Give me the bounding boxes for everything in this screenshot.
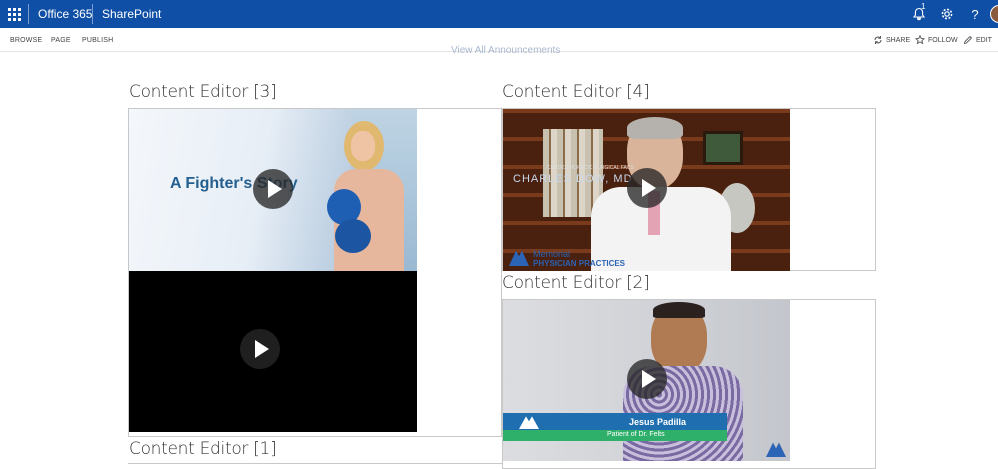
- video-black[interactable]: [129, 271, 417, 432]
- edit-button[interactable]: EDIT: [963, 34, 992, 46]
- view-all-announcements-link[interactable]: View All Announcements: [451, 45, 560, 56]
- webpart-ce1-border: [128, 463, 502, 464]
- doctor-subtitle: CARDIOTHORACIC SURGICAL FACS: [547, 165, 634, 171]
- boxing-glove-right: [335, 219, 371, 253]
- logo-line2: PHYSICIAN PRACTICES: [533, 259, 626, 268]
- tab-page[interactable]: PAGE: [51, 37, 71, 44]
- tab-browse[interactable]: BROWSE: [10, 37, 42, 44]
- share-label: SHARE: [886, 36, 911, 44]
- play-button[interactable]: [253, 169, 293, 209]
- star-icon: [915, 35, 925, 45]
- site-name[interactable]: SharePoint: [102, 7, 161, 21]
- gear-icon[interactable]: [936, 4, 958, 24]
- pencil-icon: [963, 35, 973, 45]
- video-fighters-story[interactable]: A Fighter's Story: [129, 109, 417, 271]
- patient-name: Jesus Padilla: [629, 417, 687, 427]
- help-icon[interactable]: ?: [964, 4, 986, 24]
- webpart-title-ce2: Content Editor [2]: [502, 273, 650, 293]
- picture-frame: [703, 131, 743, 165]
- share-icon: [874, 36, 882, 44]
- divider: [28, 4, 29, 24]
- doctor-hair: [627, 117, 683, 139]
- corner-logo-icon: [766, 442, 786, 457]
- webpart-title-ce3: Content Editor [3]: [129, 82, 277, 102]
- edit-label: EDIT: [976, 36, 992, 44]
- patient-subtitle: Patient of Dr. Felts: [607, 431, 665, 438]
- play-button[interactable]: [627, 359, 667, 399]
- video-doctor[interactable]: CARDIOTHORACIC SURGICAL FACS CHARLES DOW…: [503, 109, 790, 271]
- follow-label: FOLLOW: [928, 36, 958, 44]
- bell-icon[interactable]: [908, 4, 930, 24]
- notification-badge: 1: [921, 2, 926, 11]
- share-button[interactable]: SHARE: [873, 34, 910, 46]
- divider: [92, 4, 93, 24]
- video-patient[interactable]: Jesus Padilla Patient of Dr. Felts: [503, 300, 790, 461]
- suite-bar: Office 365 SharePoint 1 ?: [0, 0, 998, 28]
- follow-button[interactable]: FOLLOW: [915, 34, 958, 46]
- play-button[interactable]: [627, 168, 667, 208]
- webpart-title-ce4: Content Editor [4]: [502, 82, 650, 102]
- app-launcher-icon[interactable]: [0, 0, 28, 28]
- tab-publish[interactable]: PUBLISH: [82, 37, 113, 44]
- play-button[interactable]: [240, 329, 280, 369]
- logo-line1: Memorial: [533, 249, 571, 259]
- doctor-name: CHARLES DOW, MD: [513, 173, 633, 185]
- webpart-title-ce1: Content Editor [1]: [129, 439, 277, 459]
- avatar[interactable]: [990, 5, 998, 23]
- patient-hair: [653, 302, 705, 318]
- app-name[interactable]: Office 365: [38, 7, 92, 21]
- face: [351, 131, 375, 161]
